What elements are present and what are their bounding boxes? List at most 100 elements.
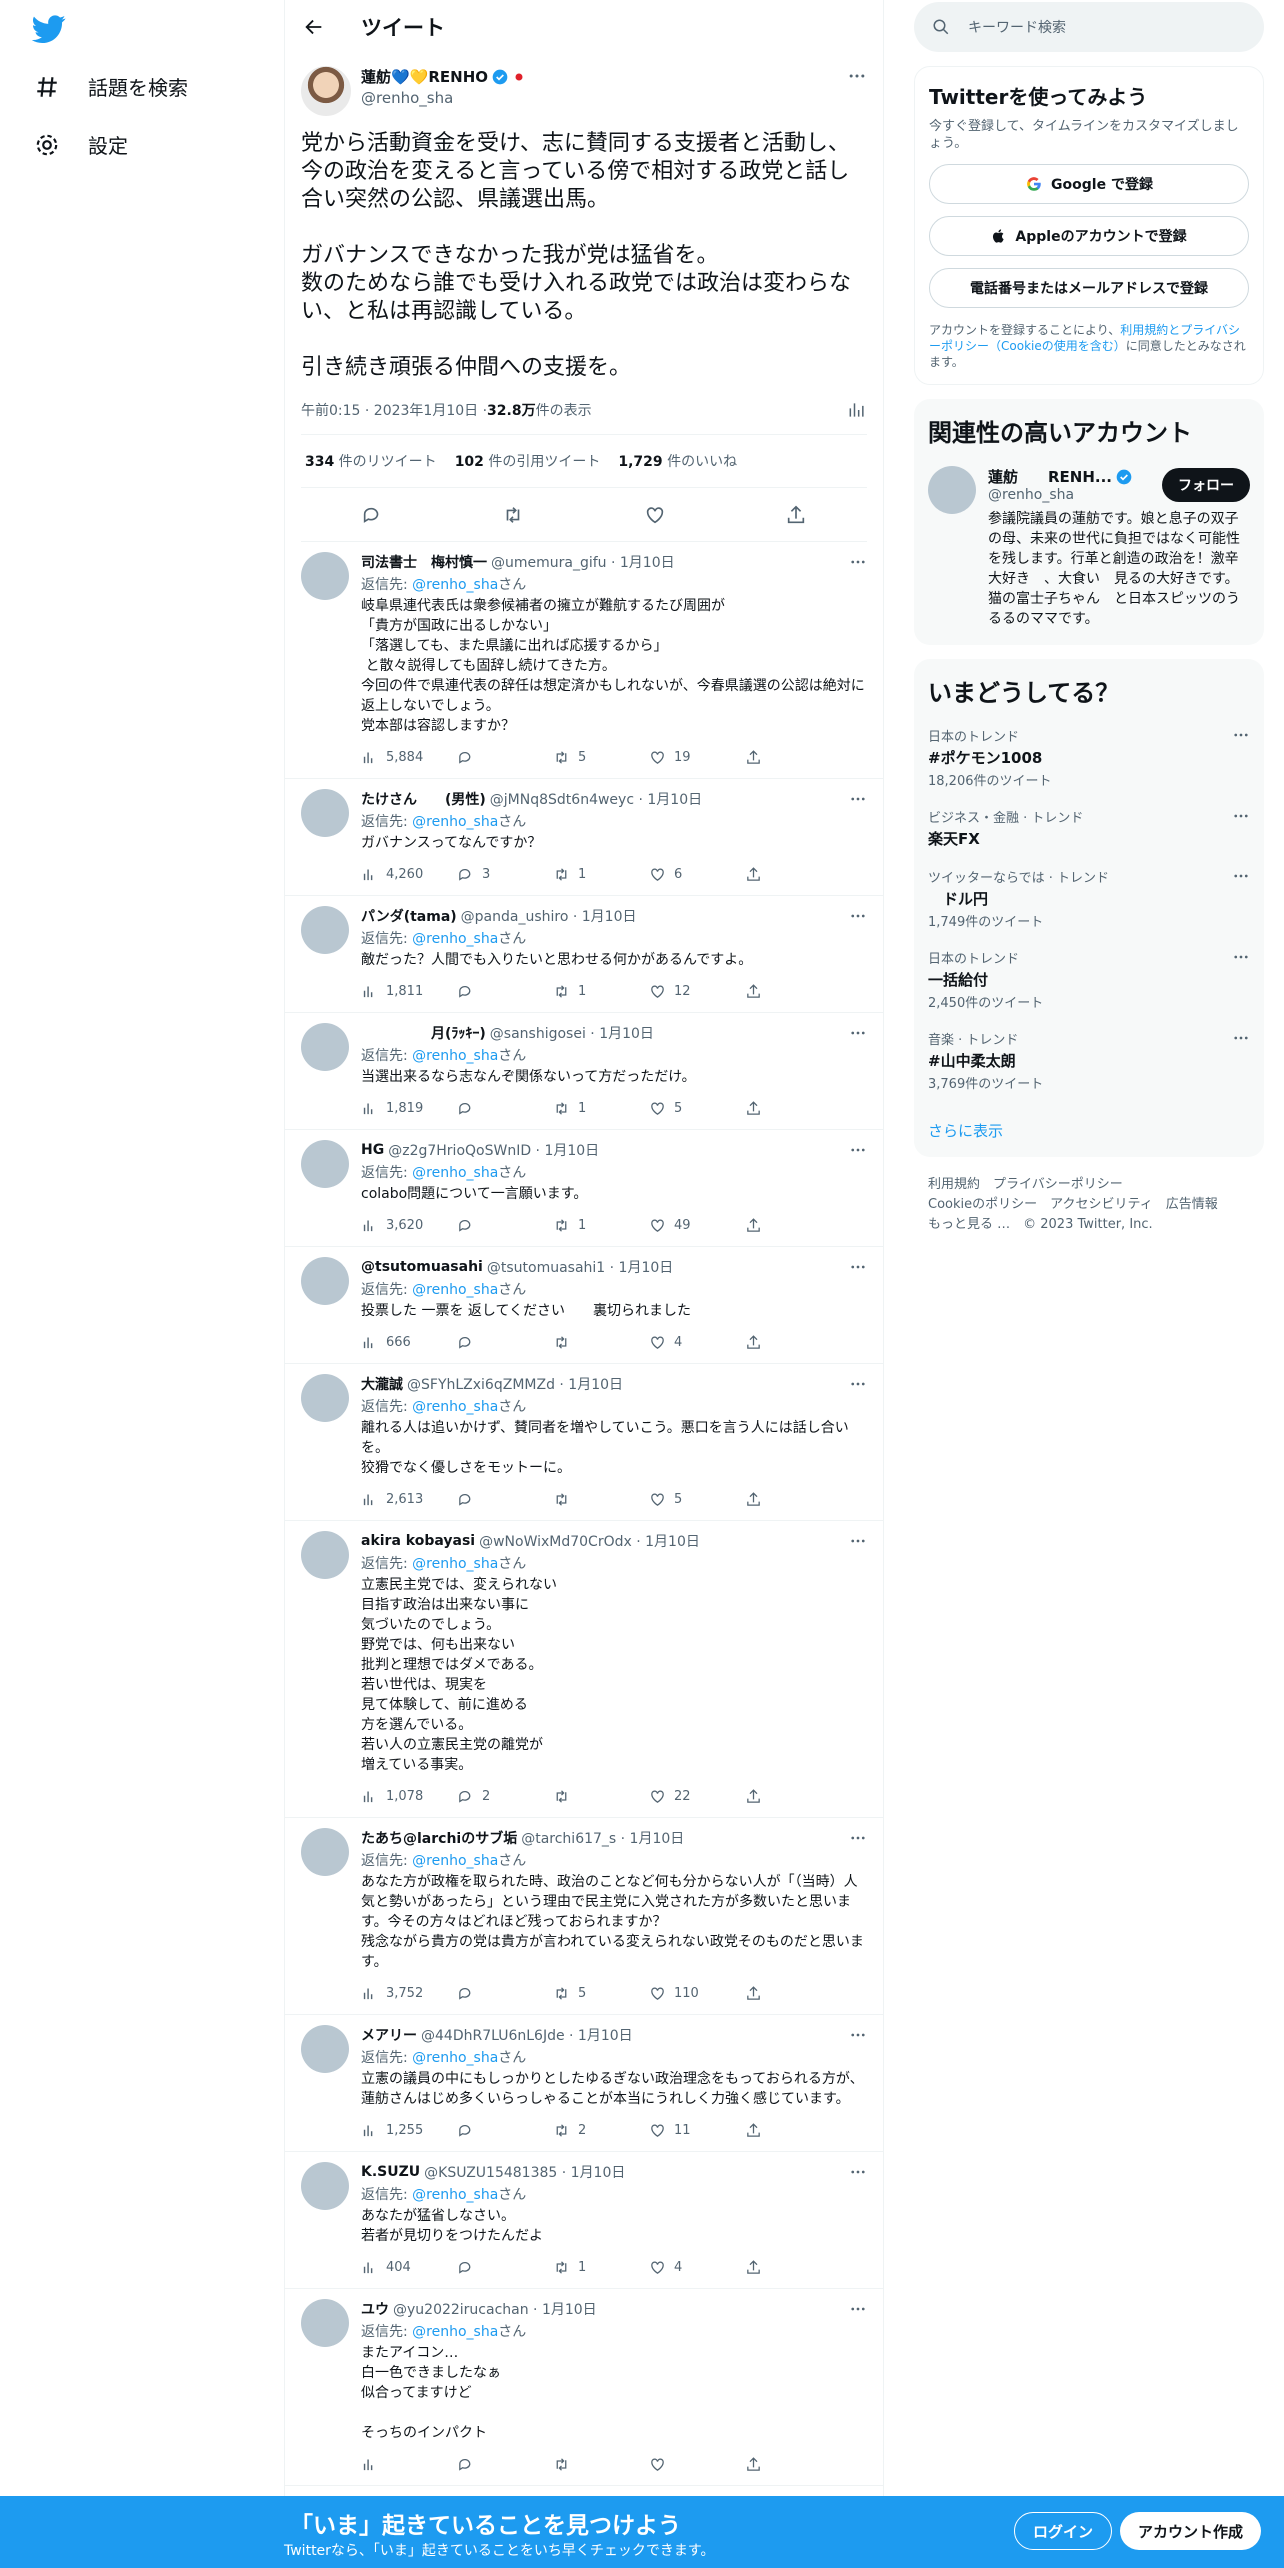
retweet-button[interactable] [553, 1788, 649, 1805]
reply-author-name[interactable]: 大瀧誠 [361, 1374, 403, 1394]
reply-button[interactable] [457, 2456, 553, 2473]
reply-button[interactable]: 2 [457, 1788, 553, 1805]
share-button[interactable] [745, 749, 841, 766]
reply-author-name[interactable]: ユウ [361, 2299, 389, 2319]
reply-author-handle[interactable]: @sanshigosei · 1月10日 [490, 1023, 654, 1043]
author-name[interactable]: 蓮舫💙💛RENHO [361, 66, 488, 87]
views-button[interactable] [361, 2456, 457, 2473]
like-button[interactable]: 49 [649, 1217, 745, 1234]
retweet-button[interactable]: 1 [553, 2259, 649, 2276]
avatar[interactable] [301, 1531, 349, 1579]
more-icon[interactable] [847, 66, 867, 86]
reply-author-name[interactable]: 司法書士 梅村慎一 [361, 552, 487, 572]
reply-author-handle[interactable]: @jMNq8Sdt6n4weyc · 1月10日 [490, 789, 702, 809]
retweet-button[interactable]: 1 [553, 866, 649, 883]
reply-author-handle[interactable]: @SFYhLZxi6qZMMZd · 1月10日 [407, 1374, 623, 1394]
like-button[interactable]: 12 [649, 983, 745, 1000]
reply-button[interactable] [457, 1100, 553, 1117]
like-button[interactable]: 22 [649, 1788, 745, 1805]
like-button[interactable]: 5 [649, 1491, 745, 1508]
more-icon[interactable] [849, 2163, 867, 2181]
share-icon[interactable] [785, 504, 807, 526]
avatar[interactable] [301, 1374, 349, 1422]
trend-item[interactable]: 音楽 · トレンド #山中柔太朗 3,769件のツイート [928, 1029, 1250, 1092]
views-button[interactable]: 1,811 [361, 983, 457, 1000]
reply-button[interactable]: 3 [457, 866, 553, 883]
like-button[interactable]: 5 [649, 1100, 745, 1117]
more-icon[interactable] [849, 1375, 867, 1393]
search-input[interactable]: キーワード検索 [914, 2, 1264, 52]
quotes-stat[interactable]: 102 件の引用ツイート [455, 451, 601, 471]
retweet-button[interactable]: 1 [553, 1217, 649, 1234]
share-button[interactable] [745, 1985, 841, 2002]
reply-button[interactable] [457, 983, 553, 1000]
more-icon[interactable] [849, 1141, 867, 1159]
phone-email-signup-button[interactable]: 電話番号またはメールアドレスで登録 [929, 268, 1249, 308]
apple-signup-button[interactable]: Appleのアカウントで登録 [929, 216, 1249, 256]
twitter-logo-icon[interactable] [32, 12, 66, 46]
retweet-button[interactable] [553, 1491, 649, 1508]
retweet-button[interactable]: 5 [553, 1985, 649, 2002]
more-icon[interactable] [1232, 867, 1250, 885]
more-icon[interactable] [849, 1258, 867, 1276]
views-button[interactable]: 1,078 [361, 1788, 457, 1805]
reply-author-handle[interactable]: @wNoWixMd70CrOdx · 1月10日 [479, 1531, 700, 1551]
avatar[interactable] [301, 1023, 349, 1071]
reply-to-link[interactable]: @renho_sha [412, 1282, 498, 1298]
reply-tweet[interactable]: 月(ﾗｯｷｰ) @sanshigosei · 1月10日 返信先: @renho… [285, 1013, 883, 1130]
reply-tweet[interactable]: akira kobayasi @wNoWixMd70CrOdx · 1月10日 … [285, 1521, 883, 1818]
views-button[interactable]: 1,819 [361, 1100, 457, 1117]
create-account-button[interactable]: アカウント作成 [1120, 2512, 1262, 2550]
share-button[interactable] [745, 1491, 841, 1508]
more-icon[interactable] [849, 553, 867, 571]
reply-tweet[interactable]: たあち@larchiのサブ垢 @tarchi617_s · 1月10日 返信先:… [285, 1818, 883, 2015]
trend-item[interactable]: 日本のトレンド 一括給付 2,450件のツイート [928, 948, 1250, 1011]
reply-button[interactable] [457, 749, 553, 766]
avatar[interactable] [301, 552, 349, 600]
more-icon[interactable] [1232, 807, 1250, 825]
share-button[interactable] [745, 2456, 841, 2473]
back-arrow-icon[interactable] [303, 16, 325, 38]
more-icon[interactable] [849, 790, 867, 808]
trend-item[interactable]: ビジネス・金融 · トレンド 楽天FX [928, 807, 1250, 849]
retweet-button[interactable]: 2 [553, 2122, 649, 2139]
nav-explore[interactable]: 話題を検索 [34, 72, 188, 101]
reply-to-link[interactable]: @renho_sha [412, 931, 498, 947]
like-button[interactable]: 11 [649, 2122, 745, 2139]
reply-button[interactable] [457, 1491, 553, 1508]
like-button[interactable]: 19 [649, 749, 745, 766]
reply-to-link[interactable]: @renho_sha [412, 1048, 498, 1064]
reply-author-handle[interactable]: @tarchi617_s · 1月10日 [521, 1828, 684, 1848]
reply-to-link[interactable]: @renho_sha [412, 2050, 498, 2066]
reply-to-link[interactable]: @renho_sha [412, 1556, 498, 1572]
reply-to-link[interactable]: @renho_sha [412, 577, 498, 593]
reply-author-handle[interactable]: @44DhR7LU6nL6Jde · 1月10日 [421, 2025, 633, 2045]
footer-line-3[interactable]: もっと見る … © 2023 Twitter, Inc. [928, 1215, 1264, 1235]
avatar[interactable] [301, 2025, 349, 2073]
share-button[interactable] [745, 866, 841, 883]
author-handle[interactable]: @renho_sha [361, 89, 847, 107]
show-more-link[interactable]: さらに表示 [928, 1120, 1250, 1141]
reply-author-name[interactable]: たあち@larchiのサブ垢 [361, 1828, 517, 1848]
share-button[interactable] [745, 2122, 841, 2139]
reply-to-link[interactable]: @renho_sha [412, 2187, 498, 2203]
share-button[interactable] [745, 2259, 841, 2276]
reply-button[interactable] [457, 1334, 553, 1351]
reply-author-name[interactable]: 月(ﾗｯｷｰ) [361, 1023, 486, 1043]
reply-to-link[interactable]: @renho_sha [412, 1165, 498, 1181]
likes-stat[interactable]: 1,729 件のいいね [618, 451, 737, 471]
reply-to-link[interactable]: @renho_sha [412, 814, 498, 830]
more-icon[interactable] [849, 2300, 867, 2318]
reply-tweet[interactable]: HG @z2g7HrioQoSWnID · 1月10日 返信先: @renho_… [285, 1130, 883, 1247]
reply-tweet[interactable]: たけさん (男性) @jMNq8Sdt6n4weyc · 1月10日 返信先: … [285, 779, 883, 896]
avatar[interactable] [301, 1140, 349, 1188]
views-button[interactable]: 1,255 [361, 2122, 457, 2139]
more-icon[interactable] [849, 2026, 867, 2044]
related-account[interactable]: 蓮舫 RENH... @renho_sha フォロー 参議院議員の蓮舫です。娘と… [928, 466, 1250, 629]
reply-tweet[interactable]: 司法書士 梅村慎一 @umemura_gifu · 1月10日 返信先: @re… [285, 542, 883, 779]
more-icon[interactable] [1232, 1029, 1250, 1047]
related-handle[interactable]: @renho_sha [988, 487, 1162, 503]
avatar[interactable] [301, 2299, 349, 2347]
reply-tweet[interactable]: 大瀧誠 @SFYhLZxi6qZMMZd · 1月10日 返信先: @renho… [285, 1364, 883, 1521]
like-button[interactable]: 110 [649, 1985, 745, 2002]
